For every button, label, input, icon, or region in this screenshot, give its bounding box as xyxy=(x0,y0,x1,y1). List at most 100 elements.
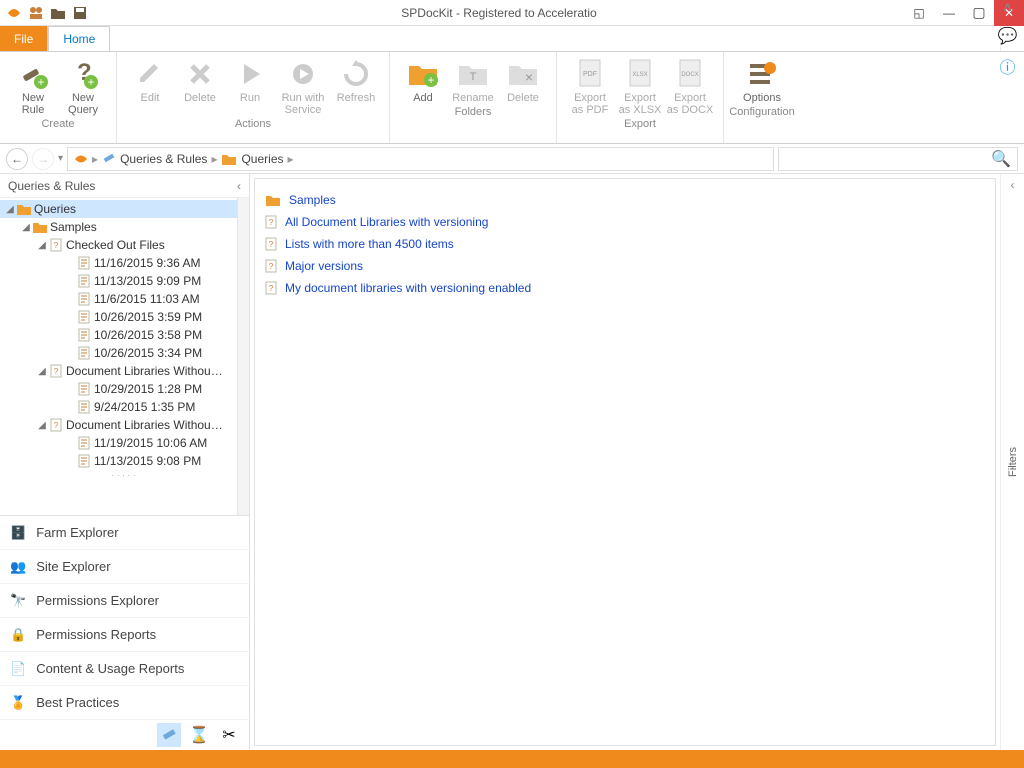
svg-text:?: ? xyxy=(269,218,274,227)
tools-icon[interactable]: ✂ xyxy=(217,723,241,747)
delete-button[interactable]: Delete xyxy=(175,56,225,118)
new-query-button[interactable]: ?+ New Query xyxy=(58,56,108,118)
gavel-icon: + xyxy=(17,58,49,90)
nav-bar: ← → ▾ ▸ Queries & Rules ▸ Queries ▸ 🔍 xyxy=(0,144,1024,174)
export-pdf-button[interactable]: PDFExport as PDF xyxy=(565,56,615,118)
edit-button[interactable]: Edit xyxy=(125,56,175,118)
export-docx-button[interactable]: DOCXExport as DOCX xyxy=(665,56,715,118)
collapse-left-icon[interactable]: ‹ xyxy=(237,179,241,193)
tree-node-date[interactable]: 11/19/2015 10:06 AM xyxy=(0,434,249,452)
nav-content-usage[interactable]: 📄Content & Usage Reports xyxy=(0,652,249,686)
breadcrumb[interactable]: ▸ Queries & Rules ▸ Queries ▸ xyxy=(67,147,774,171)
tab-file[interactable]: File xyxy=(0,26,48,51)
nav-farm-explorer[interactable]: 🗄️Farm Explorer xyxy=(0,516,249,550)
svg-text:DOCX: DOCX xyxy=(681,72,698,78)
rename-folder-button[interactable]: TRename xyxy=(448,56,498,106)
main-query-item[interactable]: ? Lists with more than 4500 items xyxy=(265,233,985,255)
maximize-button[interactable]: ▢ xyxy=(964,0,994,26)
nav-sections: 🗄️Farm Explorer 👥Site Explorer 🔭Permissi… xyxy=(0,515,249,750)
tree-node-date[interactable]: 11/6/2015 11:03 AM xyxy=(0,290,249,308)
help-icon[interactable]: ⓘ xyxy=(1000,54,1016,78)
tree-node-date[interactable]: 10/29/2015 1:28 PM xyxy=(0,380,249,398)
nav-small-icons: ⌛ ✂ xyxy=(0,720,249,750)
hourglass-icon[interactable]: ⌛ xyxy=(187,723,211,747)
nav-permissions-reports[interactable]: 🔒Permissions Reports xyxy=(0,618,249,652)
ribbon-collapse-icon[interactable]: ˄ xyxy=(1003,0,1012,18)
tree-node-date[interactable]: 11/16/2015 9:36 AM xyxy=(0,254,249,272)
nav-forward-button[interactable]: → xyxy=(32,148,54,170)
ribbon-group-config: Options Configuration xyxy=(724,52,800,143)
tree-node-date[interactable]: 10/26/2015 3:59 PM xyxy=(0,308,249,326)
ribbon-tabs: File Home ˄ 💬 ⓘ xyxy=(0,26,1024,52)
tree-node-dlw2[interactable]: ◢? Document Libraries Withou… xyxy=(0,416,249,434)
status-bar xyxy=(0,750,1024,768)
tree-scrollbar[interactable] xyxy=(237,198,249,515)
collapse-right-icon[interactable]: ‹ xyxy=(1011,178,1015,192)
add-folder-button[interactable]: +Add xyxy=(398,56,448,106)
breadcrumb-item-1[interactable]: Queries & Rules xyxy=(120,152,207,166)
minimize-button[interactable]: — xyxy=(934,0,964,26)
left-pane: Queries & Rules ‹ ◢ Queries ◢ Samples ◢?… xyxy=(0,174,250,750)
tree-node-checked-out[interactable]: ◢? Checked Out Files xyxy=(0,236,249,254)
run-button[interactable]: Run xyxy=(225,56,275,118)
tree-view[interactable]: ◢ Queries ◢ Samples ◢? Checked Out Files… xyxy=(0,198,249,515)
search-box[interactable]: 🔍 xyxy=(778,147,1018,171)
svg-text:?: ? xyxy=(269,262,274,271)
feedback-icon[interactable]: 💬 xyxy=(998,26,1018,46)
main-query-link[interactable]: Lists with more than 4500 items xyxy=(285,237,454,251)
tree-node-date[interactable]: 10/26/2015 3:34 PM xyxy=(0,344,249,362)
title-bar: SPDocKit - Registered to Acceleratio ◱ —… xyxy=(0,0,1024,26)
nav-back-button[interactable]: ← xyxy=(6,148,28,170)
tree-node-date[interactable]: 10/26/2015 3:58 PM xyxy=(0,326,249,344)
tree-node-dlw1[interactable]: ◢? Document Libraries Withou… xyxy=(0,362,249,380)
main-query-item[interactable]: ? My document libraries with versioning e… xyxy=(265,277,985,299)
filters-pane[interactable]: ‹ ⋮ Filters xyxy=(1000,174,1024,750)
main-query-link[interactable]: My document libraries with versioning en… xyxy=(285,281,531,295)
main-content: Samples ? All Document Libraries with ver… xyxy=(254,178,996,746)
save-icon[interactable] xyxy=(72,5,88,21)
main-folder-samples[interactable]: Samples xyxy=(265,189,985,211)
docx-icon: DOCX xyxy=(674,58,706,90)
nav-site-explorer[interactable]: 👥Site Explorer xyxy=(0,550,249,584)
group-label-actions: Actions xyxy=(117,118,389,132)
queries-rules-icon[interactable] xyxy=(157,723,181,747)
svg-text:?: ? xyxy=(269,240,274,249)
nav-permissions-explorer[interactable]: 🔭Permissions Explorer xyxy=(0,584,249,618)
group-label-export: Export xyxy=(557,118,723,132)
question-icon: ?+ xyxy=(67,58,99,90)
run-with-service-button[interactable]: Run with Service xyxy=(275,56,331,118)
tree-node-date[interactable]: 9/24/2015 1:35 PM xyxy=(0,398,249,416)
breadcrumb-item-2[interactable]: Queries xyxy=(241,152,283,166)
new-rule-button[interactable]: + New Rule xyxy=(8,56,58,118)
main-query-link[interactable]: Major versions xyxy=(285,259,363,273)
nav-best-practices[interactable]: 🏅Best Practices xyxy=(0,686,249,720)
options-button[interactable]: Options xyxy=(732,56,792,106)
left-pane-title: Queries & Rules xyxy=(8,179,95,193)
farm-icon: 🗄️ xyxy=(10,525,26,541)
query-icon: ? xyxy=(265,281,277,295)
main-query-item[interactable]: ? All Document Libraries with versioning xyxy=(265,211,985,233)
tab-home[interactable]: Home xyxy=(48,26,110,51)
tree-node-date[interactable]: 11/13/2015 9:08 PM xyxy=(0,452,249,470)
restore-down-icon[interactable]: ◱ xyxy=(904,0,934,26)
refresh-button[interactable]: Refresh xyxy=(331,56,381,118)
badge-icon: 🏅 xyxy=(10,695,26,711)
main-folder-link[interactable]: Samples xyxy=(289,193,336,207)
group-label-folders: Folders xyxy=(390,106,556,120)
nav-history-dropdown[interactable]: ▾ xyxy=(58,153,63,164)
lock-icon: 🔒 xyxy=(10,627,26,643)
ribbon-group-actions: Edit Delete Run Run with Service Refresh… xyxy=(117,52,390,143)
tree-node-queries[interactable]: ◢ Queries xyxy=(0,200,249,218)
main-query-item[interactable]: ? Major versions xyxy=(265,255,985,277)
tree-node-samples[interactable]: ◢ Samples xyxy=(0,218,249,236)
main-query-link[interactable]: All Document Libraries with versioning xyxy=(285,215,488,229)
left-pane-header: Queries & Rules ‹ xyxy=(0,174,249,198)
permissions-icon[interactable] xyxy=(28,5,44,21)
open-icon[interactable] xyxy=(50,6,66,20)
svg-text:PDF: PDF xyxy=(583,71,597,78)
export-xlsx-button[interactable]: XLSXExport as XLSX xyxy=(615,56,665,118)
tree-node-date[interactable]: 11/13/2015 9:09 PM xyxy=(0,272,249,290)
svg-text:?: ? xyxy=(54,241,59,250)
delete-folder-button[interactable]: ×Delete xyxy=(498,56,548,106)
svg-text:?: ? xyxy=(54,421,59,430)
